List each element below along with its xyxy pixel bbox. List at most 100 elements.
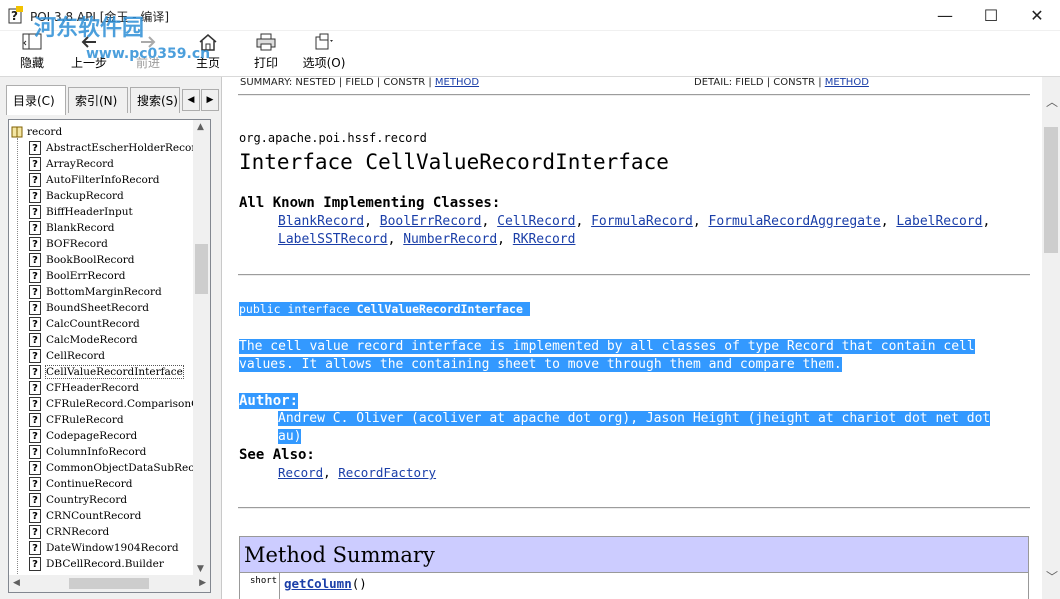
tab-scroll-left[interactable]: ◀ [182, 89, 200, 111]
scroll-down-icon[interactable]: ▼ [197, 564, 204, 574]
list-item-label: CFRuleRecord [46, 414, 124, 426]
method-link-getcolumn[interactable]: getColumn [284, 576, 352, 591]
maximize-button[interactable]: ☐ [968, 0, 1014, 31]
list-item[interactable]: ? CountryRecord [9, 492, 193, 508]
help-topic-icon: ? [29, 557, 41, 571]
scroll-right-icon[interactable]: ▶ [199, 578, 206, 588]
tree-horizontal-scrollbar[interactable]: ◀ ▶ [9, 575, 210, 592]
list-item-label: CommonObjectDataSubRecord [46, 462, 193, 474]
implementing-class-link[interactable]: NumberRecord [403, 232, 497, 247]
list-item[interactable]: ? CFRuleRecord [9, 412, 193, 428]
list-item-label: ArrayRecord [46, 158, 114, 170]
list-item[interactable]: ? BoolErrRecord [9, 268, 193, 284]
implementing-class-link[interactable]: FormulaRecord [591, 214, 693, 229]
list-item[interactable]: ? CRNRecord [9, 524, 193, 540]
package-name: org.apache.poi.hssf.record [239, 131, 427, 145]
tab-scroll-right[interactable]: ▶ [201, 89, 219, 111]
list-item[interactable]: ? CRNCountRecord [9, 508, 193, 524]
signature-name: CellValueRecordInterface [356, 302, 523, 316]
method-summary-table: Method Summary short getColumn() [239, 536, 1029, 599]
separator: , [575, 214, 592, 229]
tree-root-record[interactable]: record [11, 124, 62, 140]
help-topic-icon: ? [29, 397, 41, 411]
list-item[interactable]: ? CalcCountRecord [9, 316, 193, 332]
list-item[interactable]: ? ColumnInfoRecord [9, 444, 193, 460]
nav-tabs: 目录(C) 索引(N) 搜索(S) ◀ ▶ [4, 85, 220, 115]
help-topic-icon: ? [29, 221, 41, 235]
scroll-left-icon[interactable]: ◀ [13, 578, 20, 588]
list-item-label: CalcCountRecord [46, 318, 140, 330]
help-topic-icon: ? [29, 445, 41, 459]
implementing-class-link[interactable]: FormulaRecordAggregate [709, 214, 881, 229]
list-item[interactable]: ? BottomMarginRecord [9, 284, 193, 300]
implementing-class-link[interactable]: CellRecord [497, 214, 575, 229]
list-item[interactable]: ? ContinueRecord [9, 476, 193, 492]
implementing-class-link[interactable]: BlankRecord [278, 214, 364, 229]
list-item[interactable]: ? CFRuleRecord.ComparisonOperator [9, 396, 193, 412]
list-item[interactable]: ? DateWindow1904Record [9, 540, 193, 556]
content-vertical-scrollbar[interactable]: ︿ ﹀ [1042, 77, 1060, 599]
list-item[interactable]: ? BOFRecord [9, 236, 193, 252]
see-also-link[interactable]: RecordFactory [338, 465, 436, 480]
help-topic-icon: ? [29, 413, 41, 427]
printer-icon [256, 33, 276, 51]
tree-vertical-scrollbar[interactable]: ▲ ▼ [193, 120, 210, 576]
options-icon [315, 33, 333, 50]
separator: , [880, 214, 897, 229]
contents-tree: record ? AbstractEscherHolderRecord? Array… [8, 119, 211, 593]
method-parens: () [351, 576, 367, 591]
see-also-link[interactable]: Record [278, 465, 323, 480]
separator: , [323, 465, 339, 480]
list-item[interactable]: ? CodepageRecord [9, 428, 193, 444]
implementing-class-link[interactable]: LabelSSTRecord [278, 232, 388, 247]
scroll-down-icon[interactable]: ﹀ [1046, 568, 1058, 585]
tree-hscroll-thumb[interactable] [69, 578, 149, 589]
list-item-label: BlankRecord [46, 222, 115, 234]
scroll-up-icon[interactable]: ︿ [1046, 93, 1058, 110]
list-item[interactable]: ? AutoFilterInfoRecord [9, 172, 193, 188]
help-topic-icon: ? [29, 477, 41, 491]
method-return-type: short [240, 573, 280, 599]
tab-index[interactable]: 索引(N) [68, 87, 128, 113]
list-item[interactable]: ? AbstractEscherHolderRecord [9, 140, 193, 156]
list-item[interactable]: ? ArrayRecord [9, 156, 193, 172]
table-row: short getColumn() [240, 573, 1028, 599]
list-item[interactable]: ? BlankRecord [9, 220, 193, 236]
list-item[interactable]: ? DBCellRecord.Builder [9, 556, 193, 572]
list-item[interactable]: ? BoundSheetRecord [9, 300, 193, 316]
content-scroll-thumb[interactable] [1044, 127, 1058, 253]
list-item[interactable]: ? BackupRecord [9, 188, 193, 204]
list-item[interactable]: ? CalcModeRecord [9, 332, 193, 348]
tree-item-list: ? AbstractEscherHolderRecord? ArrayRecord?… [9, 140, 193, 572]
list-item[interactable]: ? BiffHeaderInput [9, 204, 193, 220]
implementing-class-link[interactable]: RKRecord [513, 232, 576, 247]
detail-method-link[interactable]: METHOD [825, 77, 869, 88]
list-item-label: CountryRecord [46, 494, 128, 506]
title-bar: ? POI 3.8 API [金玉 - 编译] — ☐ ✕ [0, 0, 1060, 31]
watermark-url: www.pc0359.cn [86, 46, 211, 62]
list-item[interactable]: ? CellRecord [9, 348, 193, 364]
close-button[interactable]: ✕ [1014, 0, 1060, 31]
scroll-up-icon[interactable]: ▲ [197, 122, 204, 132]
print-button[interactable]: 打印 [246, 31, 286, 75]
minimize-button[interactable]: — [922, 0, 968, 31]
open-book-icon [11, 126, 23, 138]
separator: , [982, 214, 991, 229]
summary-method-link[interactable]: METHOD [435, 77, 479, 88]
list-item[interactable]: ? CommonObjectDataSubRecord [9, 460, 193, 476]
tab-contents[interactable]: 目录(C) [6, 85, 66, 115]
list-item[interactable]: ? CFHeaderRecord [9, 380, 193, 396]
tab-search[interactable]: 搜索(S) [130, 87, 180, 113]
list-item-label: BoolErrRecord [46, 270, 126, 282]
implementing-class-link[interactable]: BoolErrRecord [380, 214, 482, 229]
tree-scroll-thumb[interactable] [195, 244, 208, 294]
list-item[interactable]: ? BookBoolRecord [9, 252, 193, 268]
help-topic-icon: ? [29, 381, 41, 395]
list-item-label: CFRuleRecord.ComparisonOperator [46, 398, 193, 410]
print-label: 打印 [253, 56, 278, 70]
implementing-class-link[interactable]: LabelRecord [896, 214, 982, 229]
options-button[interactable]: 选项(O) [300, 31, 348, 75]
separator: , [364, 214, 380, 229]
list-item[interactable]: ? CellValueRecordInterface [9, 364, 193, 380]
list-item-label: BottomMarginRecord [46, 286, 162, 298]
